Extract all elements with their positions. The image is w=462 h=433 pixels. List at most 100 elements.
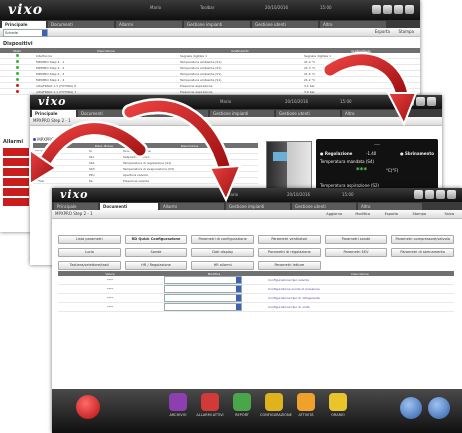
table-row: **** Configurazione sonda di pressione: [58, 284, 454, 294]
help-icon[interactable]: [394, 5, 403, 14]
dock-orario[interactable]: ORARIO: [324, 393, 352, 417]
tab-principale[interactable]: Principale: [54, 203, 98, 210]
param-group-button[interactable]: Lucia: [58, 248, 121, 257]
top-bar: vixo Mario 20/10/2016 15:00: [52, 188, 462, 202]
tab-altro[interactable]: Altro: [358, 203, 422, 210]
param-group-button[interactable]: Dati display: [191, 248, 254, 257]
main-tabs: Principale Documenti Allarmi Gestione im…: [30, 109, 442, 117]
param-group-button[interactable]: Parametri letture: [258, 261, 321, 270]
active-alarms-icon: [201, 393, 219, 411]
controller-image: [266, 141, 312, 191]
param-group-button[interactable]: Parametri sonde: [324, 235, 388, 244]
param-group-button[interactable]: Tastiera/selettore/tasti: [58, 261, 121, 270]
value-select[interactable]: [164, 303, 242, 311]
device-title: MPXPRO Step 2 - 1: [33, 137, 75, 142]
param-group-button[interactable]: HR allarmi: [191, 261, 254, 270]
top-icons: [372, 5, 414, 14]
logout-icon[interactable]: [447, 190, 456, 199]
refresh-button[interactable]: Aggiorna: [326, 210, 342, 218]
report-icon: [233, 393, 251, 411]
tab-altro[interactable]: Altro: [342, 110, 406, 117]
alarm-row[interactable]: [3, 148, 29, 156]
info-icon[interactable]: [425, 190, 434, 199]
device-status-icon: [33, 138, 36, 141]
controller-display-icon: [273, 152, 287, 161]
param-group-button[interactable]: Lista parametri: [58, 235, 121, 244]
print-button[interactable]: Stampa: [412, 210, 426, 218]
tab-principale[interactable]: Principale: [32, 110, 76, 117]
param-group-button[interactable]: Parametri di regolazione: [258, 248, 321, 257]
tab-gestione-utenti[interactable]: Gestione utenti: [276, 110, 340, 117]
dock-configurazione[interactable]: CONFIGURAZIONE: [260, 393, 292, 417]
param-group-button[interactable]: HR / Regolazione: [124, 261, 188, 270]
alarm-row[interactable]: [3, 178, 29, 186]
save-button[interactable]: Salva: [444, 210, 454, 218]
dock-attivita[interactable]: ATTIVITÀ: [292, 393, 320, 417]
tab-altro[interactable]: Altro: [320, 21, 386, 28]
info-icon[interactable]: [405, 97, 414, 106]
tab-documenti[interactable]: Documenti: [100, 203, 158, 210]
param-group-button[interactable]: Parametri EEV: [324, 248, 388, 257]
value-select[interactable]: [164, 285, 242, 293]
status-alarm-icon: [15, 83, 19, 87]
param-group-button[interactable]: Parametri ventilatori: [258, 235, 321, 244]
tab-principale[interactable]: Principale: [2, 21, 46, 28]
top-icons: [394, 97, 436, 106]
alarm-row[interactable]: [3, 198, 29, 206]
sub-toolbar: MPXPRO Step 2 - 1 Aggiorna Modifica Espo…: [52, 210, 462, 219]
param-group-button[interactable]: Parametri compressore/valvola: [391, 235, 454, 244]
value-select[interactable]: [164, 276, 242, 284]
panel-title: ----: [374, 142, 380, 147]
table-row: **** Configurazione tipo di unità: [58, 302, 454, 312]
tab-gestione-impianti[interactable]: Gestione impianti: [226, 203, 290, 210]
info-icon[interactable]: [383, 5, 392, 14]
edit-button[interactable]: Modifica: [355, 210, 370, 218]
tab-allarmi[interactable]: Allarmi: [144, 110, 208, 117]
logout-icon[interactable]: [405, 5, 414, 14]
user-icon[interactable]: [394, 97, 403, 106]
alarm-row[interactable]: [3, 188, 29, 196]
panel-right-label: ● Sbrinamento: [400, 151, 434, 156]
main-tabs: Principale Documenti Allarmi Gestione im…: [52, 202, 462, 210]
user-icon[interactable]: [414, 190, 423, 199]
table-row[interactable]: ***bar Pe Pressione valvola: [33, 177, 258, 184]
param-group-button[interactable]: Sonde: [124, 248, 188, 257]
dock-allarmi-attivi[interactable]: ALLARMI ATTIVI: [196, 393, 224, 417]
view-select[interactable]: Schede: [3, 29, 48, 37]
param-group-button[interactable]: Parametri di configurazione: [191, 235, 254, 244]
activity-icon: [297, 393, 315, 411]
help-icon[interactable]: [416, 97, 425, 106]
panel-stars-1: ***: [356, 166, 367, 174]
tab-documenti[interactable]: Documenti: [78, 110, 142, 117]
dock-report[interactable]: REPORT: [228, 393, 256, 417]
param-group-button[interactable]: Parametri di sbrinamento: [391, 248, 454, 257]
value-select[interactable]: [164, 294, 242, 302]
alarm-icon[interactable]: [76, 395, 100, 419]
export-button[interactable]: Esporta: [385, 210, 398, 218]
alarm-row[interactable]: [3, 168, 29, 176]
dock-archivio[interactable]: ARCHIVIO: [164, 393, 192, 417]
logout-icon[interactable]: [427, 97, 436, 106]
tab-gestione-impianti[interactable]: Gestione impianti: [210, 110, 274, 117]
export-button[interactable]: Esporta: [375, 28, 390, 36]
tab-gestione-utenti[interactable]: Gestione utenti: [292, 203, 356, 210]
top-icons: [414, 190, 456, 199]
back-icon[interactable]: [428, 397, 450, 419]
tab-allarmi[interactable]: Allarmi: [116, 21, 182, 28]
help-icon[interactable]: [436, 190, 445, 199]
parameter-groups: Lista parametri RD Quick Configurazione …: [58, 235, 454, 270]
tab-gestione-impianti[interactable]: Gestione impianti: [184, 21, 250, 28]
status-ok-icon: [15, 77, 19, 81]
tab-allarmi[interactable]: Allarmi: [160, 203, 224, 210]
top-bar: vixo Mario Toolbar 20/10/2016 15:00: [0, 0, 420, 20]
table-row[interactable]: ultraFRIGO 1.1 (FUTURA) 7 Pressione aspir…: [0, 88, 420, 95]
alarm-row[interactable]: [3, 158, 29, 166]
status-ok-icon: [15, 53, 19, 57]
tab-gestione-utenti[interactable]: Gestione utenti: [252, 21, 318, 28]
home-icon[interactable]: [400, 397, 422, 419]
param-group-button-active[interactable]: RD Quick Configurazione: [124, 235, 188, 244]
sub-toolbar: Schede Esporta Stampa: [0, 28, 420, 37]
user-icon[interactable]: [372, 5, 381, 14]
tab-documenti[interactable]: Documenti: [48, 21, 114, 28]
print-button[interactable]: Stampa: [399, 28, 414, 36]
